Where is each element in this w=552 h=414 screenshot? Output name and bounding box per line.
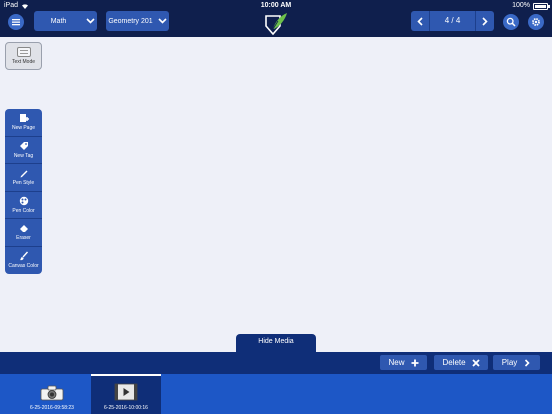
app-logo-icon — [265, 13, 287, 36]
pen-style-label: Pen Style — [12, 180, 35, 187]
text-mode-label: Text Mode — [11, 59, 36, 65]
delete-media-label: Delete — [442, 358, 466, 367]
chevron-left-icon — [417, 16, 423, 26]
palette-icon — [19, 196, 28, 205]
new-page-button[interactable]: New Page — [5, 109, 42, 137]
media-timestamp: 6-25-2016-10:00:16 — [104, 405, 148, 411]
pen-style-button[interactable]: Pen Style — [5, 164, 42, 192]
video-icon — [114, 383, 138, 401]
page-indicator: 4 / 4 — [429, 11, 476, 31]
new-tag-button[interactable]: New Tag — [5, 137, 42, 164]
top-nav-bar: Math Geometry 201 4 / 4 — [0, 11, 552, 37]
hide-media-button[interactable]: Hide Media — [236, 334, 316, 352]
drawing-toolbar: New Page New Tag Pen Style Pen Color Era… — [5, 109, 42, 274]
page-navigator: 4 / 4 — [411, 11, 494, 31]
new-media-button[interactable]: New — [380, 355, 427, 370]
media-strip: 6-25-2016-09:58:23 6-25-2016-10:00:16 — [0, 374, 552, 414]
battery-percent: 100% — [512, 2, 530, 9]
status-right: 100% — [512, 0, 550, 11]
notebook-dropdown-value: Geometry 201 — [108, 17, 153, 25]
menu-button[interactable] — [8, 14, 24, 30]
play-media-label: Play — [501, 358, 518, 367]
status-bar: iPad 10:00 AM 100% — [0, 0, 552, 11]
pen-color-label: Pen Color — [12, 207, 35, 214]
chevron-down-icon — [83, 18, 97, 24]
close-icon — [471, 358, 480, 367]
pen-icon — [20, 170, 27, 178]
settings-button[interactable] — [528, 14, 544, 30]
subject-dropdown-value: Math — [50, 17, 67, 25]
media-timestamp: 6-25-2016-09:58:23 — [30, 405, 74, 411]
plus-icon — [411, 359, 418, 366]
eraser-icon — [19, 225, 28, 233]
subject-dropdown[interactable]: Math — [34, 11, 97, 31]
new-page-icon — [19, 114, 29, 123]
notebook-dropdown[interactable]: Geometry 201 — [106, 11, 169, 31]
chevron-right-icon — [482, 16, 488, 26]
chevron-down-icon — [155, 18, 169, 24]
media-item-photo[interactable]: 6-25-2016-09:58:23 — [17, 374, 87, 414]
canvas-color-button[interactable]: Canvas Color — [5, 247, 42, 275]
search-icon — [506, 17, 516, 27]
delete-media-button[interactable]: Delete — [434, 355, 488, 370]
text-mode-button[interactable]: Text Mode — [5, 42, 42, 70]
gear-icon — [532, 18, 540, 26]
new-tag-label: New Tag — [13, 152, 34, 159]
play-media-button[interactable]: Play — [493, 355, 540, 370]
eraser-label: Eraser — [16, 235, 31, 242]
hamburger-icon — [12, 19, 20, 26]
pen-color-button[interactable]: Pen Color — [5, 192, 42, 219]
chevron-right-icon — [525, 358, 530, 367]
media-action-bar: New Delete Play — [0, 352, 552, 374]
new-page-label: New Page — [11, 125, 36, 132]
camera-icon — [40, 385, 64, 401]
battery-icon — [533, 3, 550, 10]
tag-icon — [19, 141, 28, 150]
status-time: 10:00 AM — [260, 2, 292, 9]
prev-page-button[interactable] — [411, 11, 429, 31]
media-item-video[interactable]: 6-25-2016-10:00:16 — [91, 374, 161, 414]
search-button[interactable] — [503, 14, 519, 30]
canvas-color-label: Canvas Color — [8, 263, 39, 270]
eraser-button[interactable]: Eraser — [5, 219, 42, 247]
brush-icon — [19, 251, 28, 261]
keyboard-icon — [16, 47, 31, 57]
next-page-button[interactable] — [476, 11, 494, 31]
new-media-label: New — [388, 358, 405, 367]
